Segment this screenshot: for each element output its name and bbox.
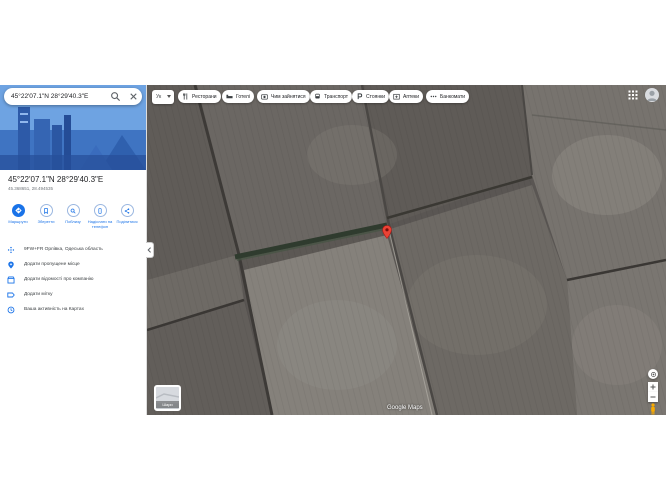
restaurant-icon	[183, 93, 188, 100]
search-icon[interactable]	[110, 91, 121, 102]
nearby-button[interactable]: Поблизу	[60, 204, 86, 225]
my-location-icon	[650, 371, 656, 377]
chip-hotels[interactable]: Готелі	[222, 90, 254, 103]
chip-label: Чим зайнятися	[271, 94, 306, 100]
chip-pharmacies[interactable]: Аптеки	[389, 90, 424, 103]
location-pin-icon[interactable]	[382, 225, 392, 239]
action-label: Зберегти	[37, 219, 55, 224]
close-icon[interactable]	[128, 91, 139, 102]
add-business-text: Додати відомості про компанію	[24, 277, 94, 282]
language-selector[interactable]: Ук	[152, 90, 174, 104]
phone-icon	[98, 207, 102, 214]
pegman-icon[interactable]	[649, 403, 657, 415]
send-to-phone-button[interactable]: Надіслати на телефон	[87, 204, 113, 229]
satellite-imagery	[147, 85, 666, 415]
zoom-out-button[interactable]	[648, 392, 658, 402]
add-missing-place-text: Додати пропущене місце	[24, 262, 80, 267]
transit-icon	[315, 93, 320, 99]
business-icon	[7, 276, 15, 284]
chip-things-to-do[interactable]: Чим зайнятися	[257, 90, 310, 103]
chip-label: Аптеки	[403, 94, 420, 100]
language-label: Ук	[156, 94, 162, 100]
action-label: Поблизу	[65, 219, 81, 224]
add-place-icon	[8, 261, 14, 269]
add-label-row[interactable]: Додати мітку	[0, 290, 146, 302]
apps-grid-icon[interactable]	[628, 90, 638, 100]
minus-icon	[650, 396, 656, 398]
chip-restaurants[interactable]: Ресторани	[178, 90, 221, 103]
share-button[interactable]: Поділитися	[114, 204, 140, 225]
action-label: Надіслати на телефон	[87, 219, 113, 229]
chevron-down-icon	[167, 95, 171, 98]
chip-label: Ресторани	[192, 94, 217, 100]
chip-parking[interactable]: Стоянки	[352, 90, 390, 103]
camera-icon	[261, 94, 268, 100]
place-title: 45°22'07.1"N 28°29'40.3"E	[8, 175, 104, 184]
place-coordinates: 45.368651, 28.494535	[8, 186, 54, 191]
layers-label: Шари	[156, 401, 179, 408]
avatar[interactable]	[645, 88, 659, 102]
add-label-text: Додати мітку	[24, 292, 53, 297]
directions-icon	[14, 207, 22, 214]
action-buttons: Маршрути Зберегти Поблизу Надіслати на т…	[2, 204, 144, 232]
add-missing-place-row[interactable]: Додати пропущене місце	[0, 260, 146, 272]
my-location-button[interactable]	[648, 369, 658, 379]
chip-label: Стоянки	[366, 94, 386, 100]
google-maps-attribution: Google Maps	[387, 405, 423, 411]
hotel-icon	[226, 94, 233, 99]
search-box	[4, 88, 142, 105]
bookmark-icon	[44, 207, 48, 214]
add-business-row[interactable]: Додати відомості про компанію	[0, 275, 146, 287]
share-icon	[124, 207, 130, 214]
plus-code-icon	[7, 246, 15, 254]
plus-code-text: 9FW+FR Орлівка, Одеська область	[24, 247, 103, 252]
action-label: Поділитися	[116, 219, 138, 224]
chip-label: Транспорт	[324, 94, 349, 100]
maps-activity-text: Ваша активність на Картах	[24, 307, 84, 312]
chip-atms[interactable]: Банкомати	[426, 90, 470, 103]
chip-label: Готелі	[236, 94, 250, 100]
maps-activity-row[interactable]: Ваша активність на Картах	[0, 305, 146, 317]
search-input[interactable]	[11, 90, 103, 103]
directions-button[interactable]: Маршрути	[5, 204, 31, 225]
collapse-panel-button[interactable]	[146, 242, 154, 258]
history-icon	[7, 306, 15, 314]
user-icon	[647, 90, 657, 101]
plus-code-row[interactable]: 9FW+FR Орлівка, Одеська область	[0, 245, 146, 257]
label-icon	[7, 292, 15, 298]
map-canvas[interactable]: Ук Ресторани Готелі Чим зайнятися Трансп…	[147, 85, 666, 415]
action-label: Маршрути	[8, 219, 28, 224]
maps-window: 45°22'07.1"N 28°29'40.3"E 45.368651, 28.…	[0, 85, 666, 415]
chip-transit[interactable]: Транспорт	[310, 90, 353, 103]
place-panel: 45°22'07.1"N 28°29'40.3"E 45.368651, 28.…	[0, 85, 147, 415]
chip-label: Банкомати	[440, 94, 466, 100]
chevron-left-icon	[147, 247, 151, 253]
nearby-icon	[70, 208, 76, 214]
plus-icon	[650, 384, 656, 390]
save-button[interactable]: Зберегти	[33, 204, 59, 225]
atm-icon	[430, 95, 437, 98]
pharmacy-icon	[393, 93, 400, 100]
parking-icon	[357, 93, 363, 100]
layers-button[interactable]: Шари	[154, 385, 181, 411]
zoom-in-button[interactable]	[648, 382, 658, 392]
